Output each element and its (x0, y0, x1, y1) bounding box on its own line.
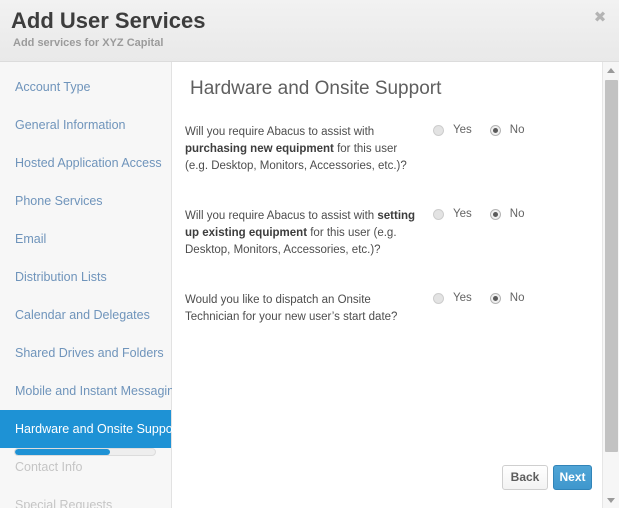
radio-group: Yes No (433, 208, 524, 220)
sidebar-item-label: Hardware and Onsite Support (15, 422, 181, 436)
radio-button-icon[interactable] (433, 124, 444, 136)
sidebar-item-shared-drives-and-folders[interactable]: Shared Drives and Folders (0, 334, 171, 372)
modal-body: Account Type General Information Hosted Ap… (0, 62, 619, 508)
question-emphasis: purchasing new equipment (185, 143, 334, 155)
sidebar-item-hardware-and-onsite-support[interactable]: Hardware and Onsite Support (0, 410, 180, 448)
radio-option-label: No (509, 208, 525, 220)
radio-option-yes[interactable]: Yes (433, 208, 472, 220)
sidebar-item-label: Special Requests (15, 498, 113, 508)
section-title: Hardware and Onsite Support (190, 78, 442, 99)
sidebar-item-label: Calendar and Delegates (15, 308, 150, 322)
sidebar-item-distribution-lists[interactable]: Distribution Lists (0, 258, 171, 296)
radio-button-icon[interactable] (433, 292, 444, 304)
add-user-services-modal: Add User Services Add services for XYZ C… (0, 0, 619, 508)
radio-option-label: Yes (453, 292, 472, 304)
radio-button-icon[interactable] (489, 208, 501, 220)
page-title: Add User Services (11, 8, 206, 33)
sidebar-item-email[interactable]: Email (0, 220, 171, 258)
radio-option-yes[interactable]: Yes (433, 124, 472, 136)
back-button[interactable]: Back (502, 465, 548, 490)
sidebar-item-phone-services[interactable]: Phone Services (0, 182, 171, 220)
vertical-scrollbar[interactable] (602, 62, 619, 508)
sidebar-item-label: Distribution Lists (15, 270, 107, 284)
sidebar-item-label: Contact Info (15, 460, 83, 474)
sidebar-item-mobile-and-instant-messaging[interactable]: Mobile and Instant Messaging (0, 372, 181, 410)
sidebar-item-label: Email (15, 232, 47, 246)
radio-option-label: No (509, 292, 525, 304)
wizard-sidebar: Account Type General Information Hosted Ap… (0, 62, 181, 508)
sidebar-item-account-type[interactable]: Account Type (0, 68, 171, 106)
radio-option-label: Yes (453, 208, 472, 220)
wizard-content: Hardware and Onsite Support Will you req… (172, 62, 602, 508)
radio-option-no[interactable]: No (489, 124, 525, 136)
radio-option-no[interactable]: No (489, 208, 525, 220)
question-text: Will you require Abacus to assist with s… (185, 210, 416, 256)
sidebar-item-label: Hosted Application Access (15, 156, 162, 170)
radio-group: Yes No (433, 292, 524, 304)
sidebar-item-label: Account Type (15, 80, 91, 94)
sidebar-item-hosted-application-access[interactable]: Hosted Application Access (0, 144, 171, 182)
sidebar-item-special-requests: Special Requests (0, 486, 171, 508)
radio-button-icon[interactable] (489, 124, 501, 136)
radio-option-yes[interactable]: Yes (433, 292, 472, 304)
sidebar-item-contact-info: Contact Info (0, 448, 171, 486)
radio-group: Yes No (433, 124, 524, 136)
radio-button-icon[interactable] (489, 292, 501, 304)
modal-header: Add User Services Add services for XYZ C… (0, 0, 619, 62)
scroll-up-icon[interactable] (603, 62, 619, 78)
page-subtitle: Add services for XYZ Capital (13, 37, 164, 49)
question-text: Would you like to dispatch an Onsite Tec… (185, 294, 398, 323)
sidebar-item-label: Phone Services (15, 194, 103, 208)
close-icon[interactable]: ✖ (591, 9, 609, 27)
radio-button-icon[interactable] (433, 208, 444, 220)
radio-option-label: Yes (453, 124, 472, 136)
radio-option-label: No (509, 124, 525, 136)
sidebar-item-label: General Information (15, 118, 126, 132)
scrollbar-thumb[interactable] (605, 80, 618, 452)
sidebar-item-calendar-and-delegates[interactable]: Calendar and Delegates (0, 296, 171, 334)
next-button[interactable]: Next (553, 465, 592, 490)
sidebar-item-label: Shared Drives and Folders (15, 346, 164, 360)
scroll-down-icon[interactable] (603, 492, 619, 508)
sidebar-item-label: Mobile and Instant Messaging (15, 384, 182, 398)
sidebar-item-general-information[interactable]: General Information (0, 106, 171, 144)
radio-option-no[interactable]: No (489, 292, 525, 304)
question-text: Will you require Abacus to assist with p… (185, 126, 407, 172)
question-emphasis: setting up existing equipment (185, 210, 416, 239)
